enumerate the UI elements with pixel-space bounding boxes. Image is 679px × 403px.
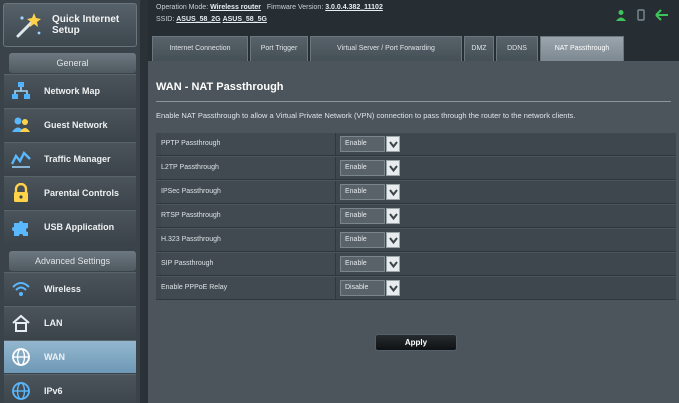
chevron-down-icon[interactable] xyxy=(386,184,400,200)
home-icon xyxy=(10,312,32,334)
sidebar-item-lan[interactable]: LAN xyxy=(4,306,136,339)
setting-label: IPSec Passthrough xyxy=(161,181,336,203)
operation-mode-line: Operation Mode: Wireless router Firmware… xyxy=(156,4,383,11)
page-description: Enable NAT Passthrough to allow a Virtua… xyxy=(156,111,576,120)
sidebar-item-label: Network Map xyxy=(44,86,101,96)
setting-row-ipsec: IPSec Passthrough Enable xyxy=(156,181,676,204)
title-divider xyxy=(156,101,671,102)
chevron-down-icon[interactable] xyxy=(386,280,400,296)
setting-label: RTSP Passthrough xyxy=(161,205,336,227)
quick-internet-setup-label: Quick Internet Setup xyxy=(52,14,120,36)
select-value[interactable]: Disable xyxy=(340,280,385,296)
sidebar-item-parental-controls[interactable]: Parental Controls xyxy=(4,176,136,209)
sidebar-item-label: IPv6 xyxy=(44,386,63,396)
setting-label: SIP Passthrough xyxy=(161,253,336,275)
general-section-header: General xyxy=(9,53,136,73)
select-value[interactable]: Enable xyxy=(340,160,385,176)
chevron-down-icon[interactable] xyxy=(386,256,400,272)
sidebar-item-label: WAN xyxy=(44,352,65,362)
l2tp-passthrough-select[interactable]: Enable xyxy=(340,160,402,176)
top-header: Operation Mode: Wireless router Firmware… xyxy=(148,0,679,34)
sidebar-item-label: Traffic Manager xyxy=(44,154,111,164)
chevron-down-icon[interactable] xyxy=(386,208,400,224)
page-title: WAN - NAT Passthrough xyxy=(156,81,284,93)
sidebar-item-label: USB Application xyxy=(44,222,115,232)
magic-wand-icon xyxy=(10,8,44,42)
firmware-link[interactable]: 3.0.0.4.382_11102 xyxy=(325,4,383,11)
rtsp-passthrough-select[interactable]: Enable xyxy=(340,208,402,224)
select-value[interactable]: Enable xyxy=(340,136,385,152)
tab-internet-connection[interactable]: Internet Connection xyxy=(152,36,248,61)
internet-status-icon[interactable] xyxy=(655,8,669,26)
advanced-settings-section-header: Advanced Settings xyxy=(9,251,136,271)
setting-row-pptp: PPTP Passthrough Enable xyxy=(156,133,676,156)
tab-dmz[interactable]: DMZ xyxy=(464,36,494,61)
apply-button[interactable]: Apply xyxy=(375,334,457,351)
sidebar-item-usb-application[interactable]: USB Application xyxy=(4,210,136,243)
passthrough-settings-table: PPTP Passthrough Enable L2TP Passthrough… xyxy=(156,133,676,301)
tab-virtual-server[interactable]: Virtual Server / Port Forwarding xyxy=(310,36,462,61)
sidebar-item-label: LAN xyxy=(44,318,63,328)
sidebar-item-label: Parental Controls xyxy=(44,188,120,198)
operation-mode-link[interactable]: Wireless router xyxy=(210,4,261,11)
sidebar-item-guest-network[interactable]: Guest Network xyxy=(4,108,136,141)
tab-ddns[interactable]: DDNS xyxy=(496,36,538,61)
tab-nat-passthrough[interactable]: NAT Passthrough xyxy=(540,36,624,61)
select-value[interactable]: Enable xyxy=(340,232,385,248)
sip-passthrough-select[interactable]: Enable xyxy=(340,256,402,272)
ssid-line: SSID: ASUS_58_2G ASUS_58_5G xyxy=(156,16,267,23)
tab-bar: Internet Connection Port Trigger Virtual… xyxy=(148,34,679,61)
chevron-down-icon[interactable] xyxy=(386,232,400,248)
h323-passthrough-select[interactable]: Enable xyxy=(340,232,402,248)
wireless-icon xyxy=(10,278,32,300)
puzzle-icon xyxy=(10,216,32,238)
setting-row-sip: SIP Passthrough Enable xyxy=(156,253,676,276)
sidebar-item-ipv6[interactable]: IPv6 xyxy=(4,374,136,403)
chevron-down-icon[interactable] xyxy=(386,136,400,152)
guest-network-icon xyxy=(10,114,32,136)
sidebar-item-wireless[interactable]: Wireless xyxy=(4,272,136,305)
tab-port-trigger[interactable]: Port Trigger xyxy=(250,36,308,61)
ssid-5g-link[interactable]: ASUS_58_5G xyxy=(223,16,267,23)
operation-mode-label: Operation Mode: xyxy=(156,4,209,11)
lock-icon xyxy=(10,182,32,204)
traffic-manager-icon xyxy=(10,148,32,170)
sidebar-item-network-map[interactable]: Network Map xyxy=(4,74,136,107)
header-status-icons xyxy=(615,8,669,26)
setting-label: L2TP Passthrough xyxy=(161,157,336,179)
chevron-down-icon[interactable] xyxy=(386,160,400,176)
select-value[interactable]: Enable xyxy=(340,184,385,200)
pptp-passthrough-select[interactable]: Enable xyxy=(340,136,402,152)
sidebar-item-label: Guest Network xyxy=(44,120,108,130)
setting-label: H.323 Passthrough xyxy=(161,229,336,251)
usb-status-icon[interactable] xyxy=(635,8,647,26)
user-status-icon[interactable] xyxy=(615,8,627,26)
setting-row-l2tp: L2TP Passthrough Enable xyxy=(156,157,676,180)
sidebar-item-traffic-manager[interactable]: Traffic Manager xyxy=(4,142,136,175)
select-value[interactable]: Enable xyxy=(340,256,385,272)
globe-icon xyxy=(10,346,32,368)
sidebar-item-label: Wireless xyxy=(44,284,81,294)
setting-label: PPTP Passthrough xyxy=(161,133,336,155)
main-content: WAN - NAT Passthrough Enable NAT Passthr… xyxy=(148,61,679,403)
ipsec-passthrough-select[interactable]: Enable xyxy=(340,184,402,200)
setting-row-h323: H.323 Passthrough Enable xyxy=(156,229,676,252)
setting-label: Enable PPPoE Relay xyxy=(161,277,336,299)
quick-internet-setup-button[interactable]: Quick Internet Setup xyxy=(3,3,137,47)
setting-row-rtsp: RTSP Passthrough Enable xyxy=(156,205,676,228)
ipv6-globe-icon xyxy=(10,380,32,402)
firmware-label: Firmware Version: xyxy=(266,4,324,11)
pppoe-relay-select[interactable]: Disable xyxy=(340,280,402,296)
sidebar-item-wan[interactable]: WAN xyxy=(4,340,136,373)
ssid-label: SSID: xyxy=(156,16,175,23)
ssid-2g-link[interactable]: ASUS_58_2G xyxy=(176,16,220,23)
select-value[interactable]: Enable xyxy=(340,208,385,224)
sidebar: Quick Internet Setup General Network Map… xyxy=(0,0,140,403)
network-map-icon xyxy=(10,80,32,102)
setting-row-pppoe-relay: Enable PPPoE Relay Disable xyxy=(156,277,676,300)
